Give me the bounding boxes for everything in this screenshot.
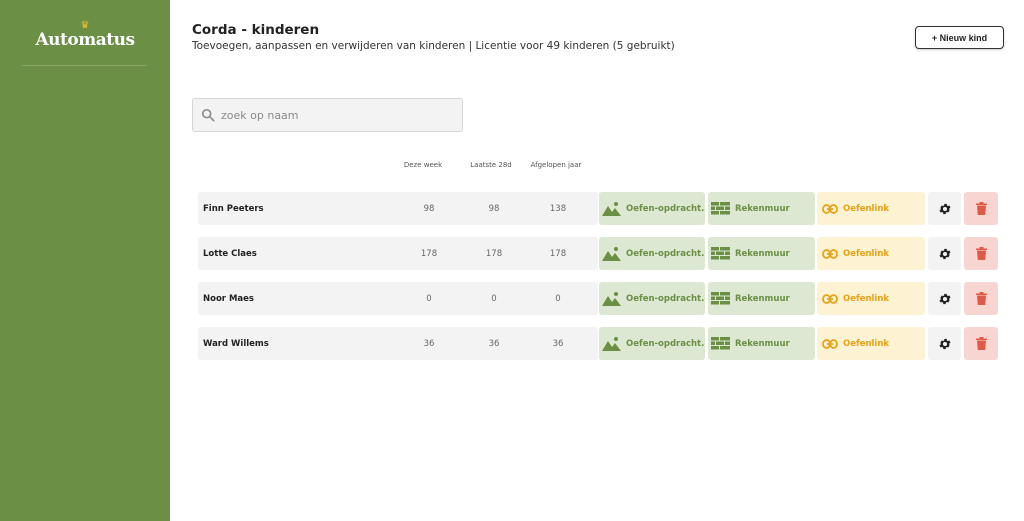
- child-name: Noor Maes: [203, 294, 254, 304]
- logo[interactable]: ♛ Automatus: [0, 20, 170, 51]
- stat-year: 36: [552, 339, 564, 349]
- link-icon: [822, 293, 838, 304]
- delete-button[interactable]: [964, 282, 998, 315]
- stat-year: 0: [555, 294, 561, 304]
- oefenlink-label: Oefenlink: [843, 293, 890, 304]
- oefen-opdracht-label: Oefen-opdracht...: [626, 338, 705, 349]
- oefen-opdracht-button[interactable]: Oefen-opdracht...: [599, 237, 705, 270]
- oefen-opdracht-button[interactable]: Oefen-opdracht...: [599, 192, 705, 225]
- oefen-opdracht-button[interactable]: Oefen-opdracht...: [599, 282, 705, 315]
- oefenlink-label: Oefenlink: [843, 248, 890, 259]
- trash-icon: [975, 202, 987, 215]
- oefen-opdracht-label: Oefen-opdracht...: [626, 293, 705, 304]
- page-subtitle: Toevoegen, aanpassen en verwijderen van …: [192, 40, 675, 52]
- rekenmuur-label: Rekenmuur: [735, 338, 790, 349]
- settings-button[interactable]: [928, 237, 961, 270]
- logo-text: Automatus: [35, 30, 135, 50]
- column-header-week: Deze week: [403, 161, 443, 169]
- oefen-opdracht-label: Oefen-opdracht...: [626, 203, 705, 214]
- crown-icon: ♛: [80, 20, 90, 31]
- rekenmuur-button[interactable]: Rekenmuur: [708, 282, 815, 315]
- stat-28d: 36: [488, 339, 500, 349]
- settings-button[interactable]: [928, 282, 961, 315]
- gear-icon: [938, 338, 951, 349]
- settings-button[interactable]: [928, 327, 961, 360]
- oefenlink-button[interactable]: Oefenlink: [817, 327, 925, 360]
- search-icon: [201, 108, 215, 122]
- new-child-button[interactable]: + Nieuw kind: [915, 26, 1004, 49]
- brick-wall-icon: [711, 337, 730, 350]
- search-box[interactable]: [192, 98, 463, 132]
- rekenmuur-label: Rekenmuur: [735, 203, 790, 214]
- column-header-year: Afgelopen jaar: [530, 161, 582, 169]
- column-header-28d: Laatste 28d: [470, 161, 512, 169]
- brick-wall-icon: [711, 202, 730, 215]
- stat-28d: 0: [491, 294, 497, 304]
- rekenmuur-label: Rekenmuur: [735, 248, 790, 259]
- stat-week: 178: [420, 249, 438, 259]
- oefenlink-label: Oefenlink: [843, 203, 890, 214]
- stat-28d: 98: [488, 204, 500, 214]
- table-row: Lotte Claes 178 178 178 Oefen-opdracht..…: [198, 237, 998, 270]
- stat-28d: 178: [485, 249, 503, 259]
- rekenmuur-button[interactable]: Rekenmuur: [708, 237, 815, 270]
- rekenmuur-button[interactable]: Rekenmuur: [708, 327, 815, 360]
- stat-week: 0: [426, 294, 432, 304]
- child-name: Finn Peeters: [203, 204, 264, 214]
- gear-icon: [938, 248, 951, 259]
- oefen-opdracht-button[interactable]: Oefen-opdracht...: [599, 327, 705, 360]
- link-icon: [822, 338, 838, 349]
- stat-year: 138: [549, 204, 567, 214]
- delete-button[interactable]: [964, 237, 998, 270]
- oefenlink-button[interactable]: Oefenlink: [817, 237, 925, 270]
- main-content: Corda - kinderen Toevoegen, aanpassen en…: [170, 0, 1024, 521]
- stat-week: 98: [423, 204, 435, 214]
- child-name: Ward Willems: [203, 339, 269, 349]
- oefenlink-label: Oefenlink: [843, 338, 890, 349]
- settings-button[interactable]: [928, 192, 961, 225]
- sidebar: ♛ Automatus: [0, 0, 170, 521]
- delete-button[interactable]: [964, 192, 998, 225]
- rekenmuur-label: Rekenmuur: [735, 293, 790, 304]
- stat-week: 36: [423, 339, 435, 349]
- mountain-image-icon: [602, 337, 621, 351]
- link-icon: [822, 248, 838, 259]
- brick-wall-icon: [711, 247, 730, 260]
- delete-button[interactable]: [964, 327, 998, 360]
- trash-icon: [975, 292, 987, 305]
- mountain-image-icon: [602, 292, 621, 306]
- gear-icon: [938, 293, 951, 304]
- row-cell: Noor Maes 0 0 0: [198, 282, 598, 315]
- gear-icon: [938, 203, 951, 214]
- sidebar-divider: [22, 65, 147, 66]
- table-row: Noor Maes 0 0 0 Oefen-opdracht... Rekenm…: [198, 282, 998, 315]
- stat-year: 178: [549, 249, 567, 259]
- link-icon: [822, 203, 838, 214]
- brick-wall-icon: [711, 292, 730, 305]
- row-cell: Ward Willems 36 36 36: [198, 327, 598, 360]
- app: ♛ Automatus Corda - kinderen Toevoegen, …: [0, 0, 1024, 521]
- oefenlink-button[interactable]: Oefenlink: [817, 282, 925, 315]
- search-input[interactable]: [221, 108, 451, 122]
- table-row: Ward Willems 36 36 36 Oefen-opdracht... …: [198, 327, 998, 360]
- rekenmuur-button[interactable]: Rekenmuur: [708, 192, 815, 225]
- oefenlink-button[interactable]: Oefenlink: [817, 192, 925, 225]
- mountain-image-icon: [602, 247, 621, 261]
- mountain-image-icon: [602, 202, 621, 216]
- child-name: Lotte Claes: [203, 249, 257, 259]
- trash-icon: [975, 337, 987, 350]
- page-title: Corda - kinderen: [192, 22, 320, 38]
- oefen-opdracht-label: Oefen-opdracht...: [626, 248, 705, 259]
- row-cell: Lotte Claes 178 178 178: [198, 237, 598, 270]
- trash-icon: [975, 247, 987, 260]
- row-cell: Finn Peeters 98 98 138: [198, 192, 598, 225]
- table-row: Finn Peeters 98 98 138 Oefen-opdracht...…: [198, 192, 998, 225]
